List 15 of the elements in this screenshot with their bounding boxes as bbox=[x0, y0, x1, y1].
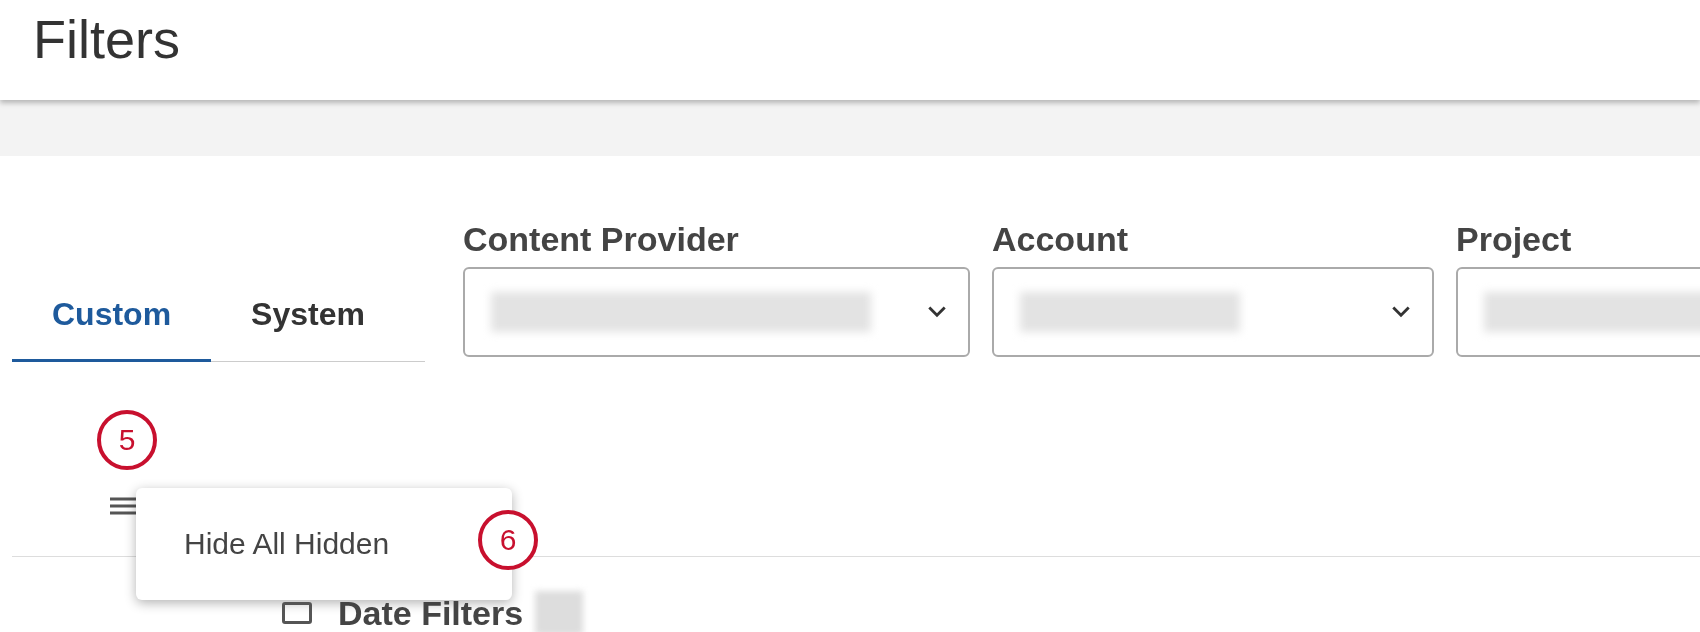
dropdown-field[interactable] bbox=[992, 267, 1434, 357]
group-label: Date Filters bbox=[338, 596, 524, 630]
menu-item[interactable]: Hide All Hidden bbox=[136, 519, 390, 569]
field-label: Project bbox=[1456, 220, 1573, 259]
field-label: Account bbox=[992, 220, 1129, 259]
menu-icon[interactable] bbox=[110, 496, 136, 516]
callout-marker: 5 bbox=[97, 410, 157, 470]
field-label: Content Provider bbox=[463, 220, 740, 259]
tab[interactable]: System bbox=[211, 278, 405, 362]
chevron-down-icon bbox=[1390, 305, 1412, 319]
blurred-value bbox=[535, 591, 584, 632]
tab[interactable]: Custom bbox=[12, 278, 212, 362]
dropdown-field[interactable] bbox=[463, 267, 970, 357]
window-title: Filters bbox=[33, 8, 180, 70]
chevron-down-icon bbox=[926, 305, 948, 319]
